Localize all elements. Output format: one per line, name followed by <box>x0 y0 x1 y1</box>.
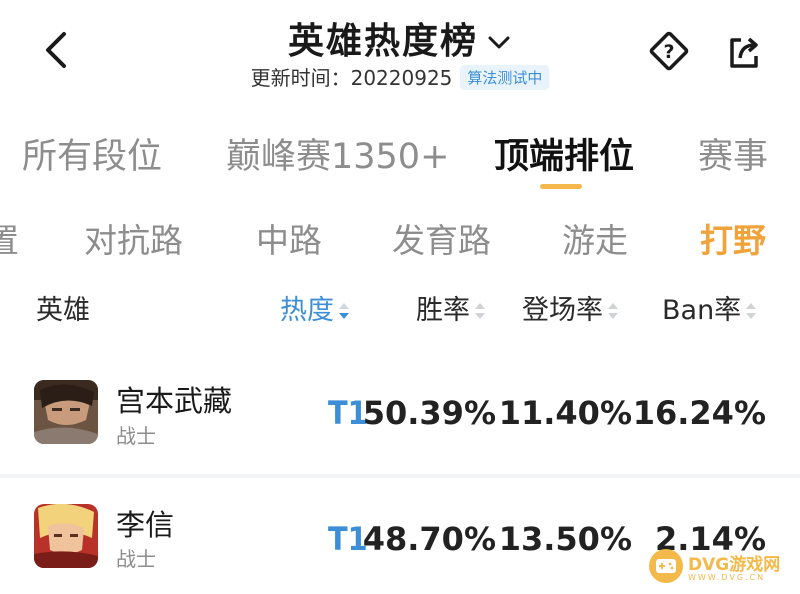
win-rate-value: 50.39% <box>362 394 496 432</box>
ban-rate-value: 16.24% <box>632 394 766 432</box>
hero-name: 宫本武藏 <box>116 384 233 418</box>
chevron-down-icon[interactable] <box>486 33 512 53</box>
active-tab-indicator <box>540 184 582 189</box>
tab-all-ranks[interactable]: 所有段位 <box>22 128 162 179</box>
lane-tab-farm[interactable]: 发育路 <box>392 214 491 262</box>
sort-icon <box>339 303 349 319</box>
lane-tab-jungle[interactable]: 打野 <box>700 214 766 262</box>
lane-tab-roam[interactable]: 游走 <box>562 214 628 262</box>
pick-rate-value: 11.40% <box>498 394 632 432</box>
share-icon[interactable] <box>724 32 764 72</box>
algorithm-badge: 算法测试中 <box>460 65 550 90</box>
column-ban-rate[interactable]: Ban率 <box>662 288 757 327</box>
page-title-text: 英雄热度榜 <box>287 21 478 62</box>
column-ban-rate-label: Ban率 <box>662 295 742 326</box>
win-rate-value: 48.70% <box>362 520 496 558</box>
watermark-url: WWW.DVG.CN <box>688 573 766 582</box>
column-win-rate[interactable]: 胜率 <box>416 288 486 327</box>
help-diamond-icon[interactable]: ? <box>648 30 690 72</box>
hero-role: 战士 <box>116 424 156 448</box>
update-time: 更新时间：20220925 <box>250 66 453 90</box>
sort-icon <box>608 303 618 319</box>
tab-tournament[interactable]: 赛事 <box>698 128 768 179</box>
tab-top-ranked[interactable]: 顶端排位 <box>494 128 634 179</box>
watermark-text: DVG游戏网 <box>688 555 781 575</box>
lane-tab-clash[interactable]: 对抗路 <box>84 214 183 262</box>
column-heat[interactable]: 热度 <box>280 288 350 327</box>
hero-avatar <box>34 504 98 568</box>
pick-rate-value: 13.50% <box>498 520 632 558</box>
svg-text:?: ? <box>663 41 674 63</box>
hero-role: 战士 <box>116 547 156 571</box>
tab-peak-1350[interactable]: 巅峰赛1350+ <box>226 128 449 179</box>
hero-avatar <box>34 380 98 444</box>
sort-icon <box>746 303 757 319</box>
column-hero: 英雄 <box>36 295 90 326</box>
gamepad-icon <box>649 549 683 583</box>
lane-tab-partial[interactable]: 置 <box>0 214 19 262</box>
column-win-rate-label: 胜率 <box>416 295 470 326</box>
sort-icon <box>475 303 485 319</box>
column-heat-label: 热度 <box>280 295 334 326</box>
column-pick-rate[interactable]: 登场率 <box>522 288 619 327</box>
hero-name: 李信 <box>116 508 175 542</box>
column-pick-rate-label: 登场率 <box>522 295 603 326</box>
lane-tab-mid[interactable]: 中路 <box>256 214 322 262</box>
